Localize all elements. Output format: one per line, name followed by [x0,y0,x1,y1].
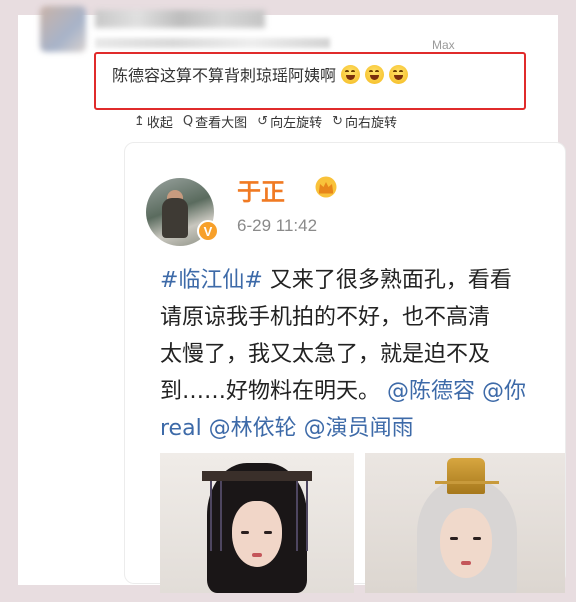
commenter-name-blurred [95,10,265,28]
post-text: 请原谅我手机拍的不好，也不高清 [160,305,491,330]
collapse-button[interactable]: ↥ 收起 [134,112,173,131]
post-body: #临江仙# 又来了很多熟面孔，看看 请原谅我手机拍的不好，也不高清 太慢了，我又… [160,262,576,447]
post-line: 太慢了，我又太急了，就是迫不及 [160,336,576,373]
search-icon: Q [182,114,194,129]
image-toolbar: ↥ 收起 Q 查看大图 ↺ 向左旋转 ↻ 向右旋转 [134,112,397,131]
post-text: 又来了很多熟面孔，看看 [262,268,512,293]
comment-text-row: 陈德容这算不算背刺琼瑶阿姨啊 [112,62,409,86]
post-line: #临江仙# 又来了很多熟面孔，看看 [160,262,576,299]
verified-badge-icon: V [197,220,219,242]
rotate-left-label: 向左旋转 [270,116,323,131]
rotate-left-icon: ↺ [257,114,269,129]
laughing-emoji-icon [389,64,409,84]
view-large-image-button[interactable]: Q 查看大图 [183,112,247,131]
comment-meta-blurred [95,38,330,48]
rotate-right-icon: ↻ [332,114,343,129]
laughing-emoji-icon [365,64,385,84]
rotate-right-button[interactable]: ↻ 向右旋转 [332,112,397,131]
post-line: real @林依轮 @演员闻雨 [160,410,576,447]
device-label: Max [432,38,455,52]
crown-icon [315,176,337,198]
post-photo-2[interactable] [365,453,565,593]
comment-text: 陈德容这算不算背刺琼瑶阿姨啊 [112,66,337,85]
laughing-emoji-icon [341,64,361,84]
post-username[interactable]: 于正 [237,172,285,207]
post-timestamp: 6-29 11:42 [237,216,318,235]
rotate-right-label: 向右旋转 [345,116,398,131]
post-line: 到……好物料在明天。 @陈德容 @你 [160,373,576,410]
view-large-image-label: 查看大图 [195,116,248,131]
collapse-icon: ↥ [134,114,145,129]
mention-link[interactable]: @陈德容 @你 [380,379,526,404]
commenter-avatar-blurred[interactable] [40,6,86,52]
post-line: 请原谅我手机拍的不好，也不高清 [160,299,576,336]
post-text: 到……好物料在明天。 [160,379,381,404]
mention-link[interactable]: real @林依轮 @演员闻雨 [160,416,414,441]
collapse-label: 收起 [146,116,173,131]
rotate-left-button[interactable]: ↺ 向左旋转 [257,112,322,131]
post-photo-1[interactable] [160,453,354,593]
topic-hashtag-link[interactable]: #临江仙# [160,268,263,293]
post-text: 太慢了，我又太急了，就是迫不及 [160,342,491,367]
